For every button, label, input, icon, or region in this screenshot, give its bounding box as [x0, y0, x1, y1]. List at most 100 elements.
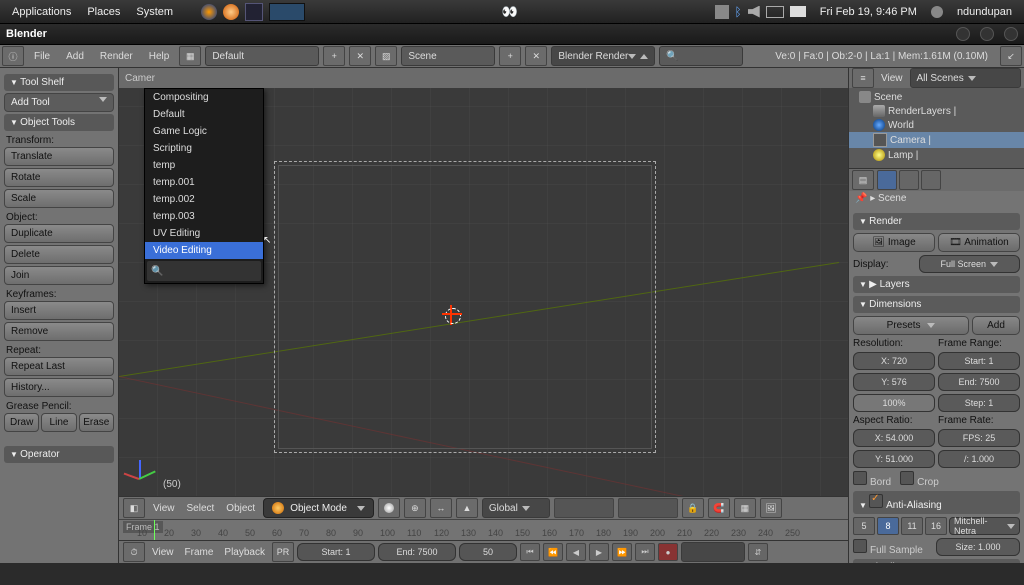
render-image-button[interactable]: 🖼 Image: [853, 233, 935, 252]
render-menu[interactable]: Render: [94, 48, 139, 65]
aa-8[interactable]: 8: [877, 517, 899, 535]
render-presets[interactable]: Presets: [853, 316, 969, 335]
outliner-filter[interactable]: All Scenes: [910, 68, 1022, 88]
keyframe-prev-button[interactable]: ⏪: [543, 543, 563, 561]
editor-type-icon[interactable]: ⓘ: [2, 46, 24, 66]
lock-camera-icon[interactable]: 🔒: [682, 498, 704, 518]
auto-keyframe-button[interactable]: ●: [658, 543, 678, 561]
pivot-select[interactable]: ⊕: [404, 498, 426, 518]
gnome-apps[interactable]: Applications: [4, 3, 79, 21]
manipulator-toggle[interactable]: ↔: [430, 498, 452, 518]
outliner-item[interactable]: Lamp |: [849, 148, 1024, 162]
border-check[interactable]: Bord: [853, 471, 891, 488]
blender-icon[interactable]: [223, 4, 239, 20]
shading-select[interactable]: [378, 498, 400, 518]
duplicate-button[interactable]: Duplicate: [4, 224, 114, 243]
layout-temp-001[interactable]: temp.001: [145, 174, 263, 191]
outliner-item[interactable]: Scene: [849, 90, 1024, 104]
gnome-system[interactable]: System: [128, 3, 181, 21]
fps-base-field[interactable]: /: 1.000: [938, 450, 1020, 468]
sync-select[interactable]: ⇵: [748, 543, 768, 561]
keying-set-select[interactable]: [681, 542, 745, 562]
fr-end-field[interactable]: End: 7500: [938, 373, 1020, 391]
end-frame-field[interactable]: End: 7500: [378, 543, 456, 561]
terminal-icon[interactable]: [245, 3, 263, 21]
fps-field[interactable]: FPS: 25: [938, 429, 1020, 447]
editor-type-3d-icon[interactable]: ◧: [123, 498, 145, 518]
outliner-item[interactable]: Camera |: [849, 132, 1024, 148]
play-reverse-button[interactable]: ◀: [566, 543, 586, 561]
editor-type-outliner-icon[interactable]: ≡: [852, 68, 874, 88]
snap-type-icon[interactable]: ▦: [734, 498, 756, 518]
timeline-frame-menu[interactable]: Frame: [181, 547, 218, 558]
layout-uv-editing[interactable]: UV Editing: [145, 225, 263, 242]
full-sample-check[interactable]: Full Sample: [853, 539, 923, 556]
current-frame-field[interactable]: 50: [459, 543, 517, 561]
render-panel-header[interactable]: Render: [853, 213, 1020, 230]
use-preview-range[interactable]: PR: [272, 542, 294, 562]
res-pct-field[interactable]: 100%: [853, 394, 935, 412]
layout-search-input[interactable]: 🔍: [147, 261, 261, 281]
timeline-view-menu[interactable]: View: [148, 547, 178, 558]
layout-video-editing[interactable]: Video Editing: [145, 242, 263, 259]
asp-x-field[interactable]: X: 54.000: [853, 429, 935, 447]
gnome-places[interactable]: Places: [79, 3, 128, 21]
browse-screen-icon[interactable]: ▦: [179, 46, 201, 66]
object-tools-header[interactable]: Object Tools: [4, 114, 114, 131]
close-button[interactable]: [1004, 27, 1018, 41]
object-menu-3d[interactable]: Object: [222, 503, 259, 514]
select-menu-3d[interactable]: Select: [183, 503, 219, 514]
fr-start-field[interactable]: Start: 1: [938, 352, 1020, 370]
scale-button[interactable]: Scale: [4, 189, 114, 208]
play-button[interactable]: ▶: [589, 543, 609, 561]
gp-draw-button[interactable]: Draw: [4, 413, 39, 432]
outliner-view-menu[interactable]: View: [877, 73, 907, 84]
res-x-field[interactable]: X: 720: [853, 352, 935, 370]
aa-16[interactable]: 16: [925, 517, 947, 535]
rotate-button[interactable]: Rotate: [4, 168, 114, 187]
timeline-ruler[interactable]: Frame 1 10203040506070809010011012013014…: [119, 519, 848, 540]
3d-viewport[interactable]: (50) Compositing Default Game Logic Scri…: [119, 88, 848, 496]
layout-default[interactable]: Default: [145, 106, 263, 123]
world-tab[interactable]: [921, 170, 941, 190]
network-icon[interactable]: [715, 5, 729, 19]
camera-name-field[interactable]: Camer: [123, 73, 155, 84]
render-engine-select[interactable]: Blender Render: [551, 46, 655, 66]
history-button[interactable]: History...: [4, 378, 114, 397]
layout-game-logic[interactable]: Game Logic: [145, 123, 263, 140]
browse-scene-icon[interactable]: ▨: [375, 46, 397, 66]
gp-erase-button[interactable]: Erase: [79, 413, 114, 432]
layout-temp-002[interactable]: temp.002: [145, 191, 263, 208]
delete-scene-button[interactable]: ✕: [525, 46, 547, 66]
insert-keyframe-button[interactable]: Insert: [4, 301, 114, 320]
taskbar-window[interactable]: [269, 3, 305, 21]
dimensions-panel-header[interactable]: Dimensions: [853, 296, 1020, 313]
search-input[interactable]: 🔍: [659, 46, 743, 66]
add-tool-button[interactable]: Add Tool: [4, 93, 114, 112]
snap-toggle[interactable]: 🧲: [708, 498, 730, 518]
aa-11[interactable]: 11: [901, 517, 923, 535]
add-screen-button[interactable]: +: [323, 46, 345, 66]
layers-1[interactable]: [554, 498, 614, 518]
gnome-clock[interactable]: Fri Feb 19, 9:46 PM: [812, 3, 925, 21]
editor-type-timeline-icon[interactable]: ⏱: [123, 542, 145, 562]
file-menu[interactable]: File: [28, 48, 56, 65]
fr-step-field[interactable]: Step: 1: [938, 394, 1020, 412]
delete-button[interactable]: Delete: [4, 245, 114, 264]
render-tab[interactable]: [877, 170, 897, 190]
delete-screen-button[interactable]: ✕: [349, 46, 371, 66]
firefox-icon[interactable]: [201, 4, 217, 20]
view-menu-3d[interactable]: View: [149, 503, 179, 514]
res-y-field[interactable]: Y: 576: [853, 373, 935, 391]
aa-5[interactable]: 5: [853, 517, 875, 535]
layers-panel-header[interactable]: ▶ Layers: [853, 276, 1020, 293]
jump-start-button[interactable]: ⏮: [520, 543, 540, 561]
help-menu[interactable]: Help: [143, 48, 176, 65]
battery-icon[interactable]: [766, 6, 784, 18]
volume-icon[interactable]: [748, 6, 760, 18]
display-select[interactable]: Full Screen: [919, 255, 1021, 273]
layout-temp[interactable]: temp: [145, 157, 263, 174]
timeline-playback-menu[interactable]: Playback: [220, 547, 269, 558]
crop-check[interactable]: Crop: [900, 471, 939, 488]
editor-type-props-icon[interactable]: ▤: [852, 170, 874, 190]
